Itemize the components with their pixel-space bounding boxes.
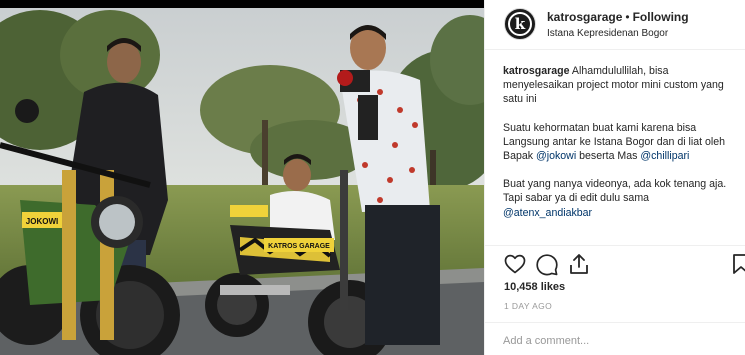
action-bar: [503, 252, 745, 278]
heart-icon: [504, 254, 526, 274]
post-header: k katrosgarage • Following Istana Kepresid…: [485, 0, 745, 50]
share-button[interactable]: [567, 252, 591, 276]
add-comment-bar: [485, 322, 745, 355]
post-timestamp[interactable]: 1 DAY AGO: [504, 301, 552, 311]
post-photo[interactable]: JOKOWI KATROS GARAGE: [0, 0, 484, 355]
plate-right-text: KATROS GARAGE: [268, 243, 330, 250]
comment-input[interactable]: [503, 332, 728, 350]
caption: katrosgarage Alhamdulullilah, bisa menye…: [503, 64, 735, 234]
mention-chillipari-link[interactable]: @chillipari: [640, 150, 689, 162]
caption-text-2b: beserta Mas: [576, 150, 641, 163]
like-button[interactable]: [503, 252, 527, 276]
mention-jokowi-link[interactable]: @jokowi: [536, 150, 576, 162]
avatar-logo: k: [514, 15, 526, 33]
comment-button[interactable]: [535, 252, 559, 276]
top-letterbox: [0, 0, 484, 8]
username-link[interactable]: katrosgarage: [547, 10, 622, 24]
separator-dot: •: [625, 10, 630, 24]
caption-paragraph-3: Buat yang nanya videonya, ada kok tenang…: [503, 177, 735, 220]
share-icon: [570, 254, 588, 274]
photo-scene: JOKOWI KATROS GARAGE: [0, 0, 484, 355]
post-side-panel: k katrosgarage • Following Istana Kepresid…: [484, 0, 745, 355]
instagram-post: JOKOWI KATROS GARAGE k katrosgarage • Fo…: [0, 0, 745, 355]
caption-username-link[interactable]: katrosgarage: [503, 65, 570, 77]
location-link[interactable]: Istana Kepresidenan Bogor: [547, 28, 668, 39]
save-button[interactable]: [729, 252, 745, 276]
mention-atenx-link[interactable]: @atenx_andiakbar: [503, 207, 592, 219]
following-button[interactable]: Following: [633, 10, 689, 24]
user-line: katrosgarage • Following: [547, 10, 689, 24]
comment-bubble-icon: [536, 254, 558, 276]
caption-paragraph-1: katrosgarage Alhamdulullilah, bisa menye…: [503, 64, 735, 107]
avatar[interactable]: k: [504, 8, 536, 40]
plate-left-text: JOKOWI: [26, 217, 58, 226]
likes-count[interactable]: 10,458 likes: [504, 281, 565, 293]
bookmark-icon: [733, 254, 745, 274]
caption-paragraph-2: Suatu kehormatan buat kami karena bisa L…: [503, 121, 735, 164]
divider: [485, 245, 745, 246]
caption-text-3: Buat yang nanya videonya, ada kok tenang…: [503, 178, 727, 205]
